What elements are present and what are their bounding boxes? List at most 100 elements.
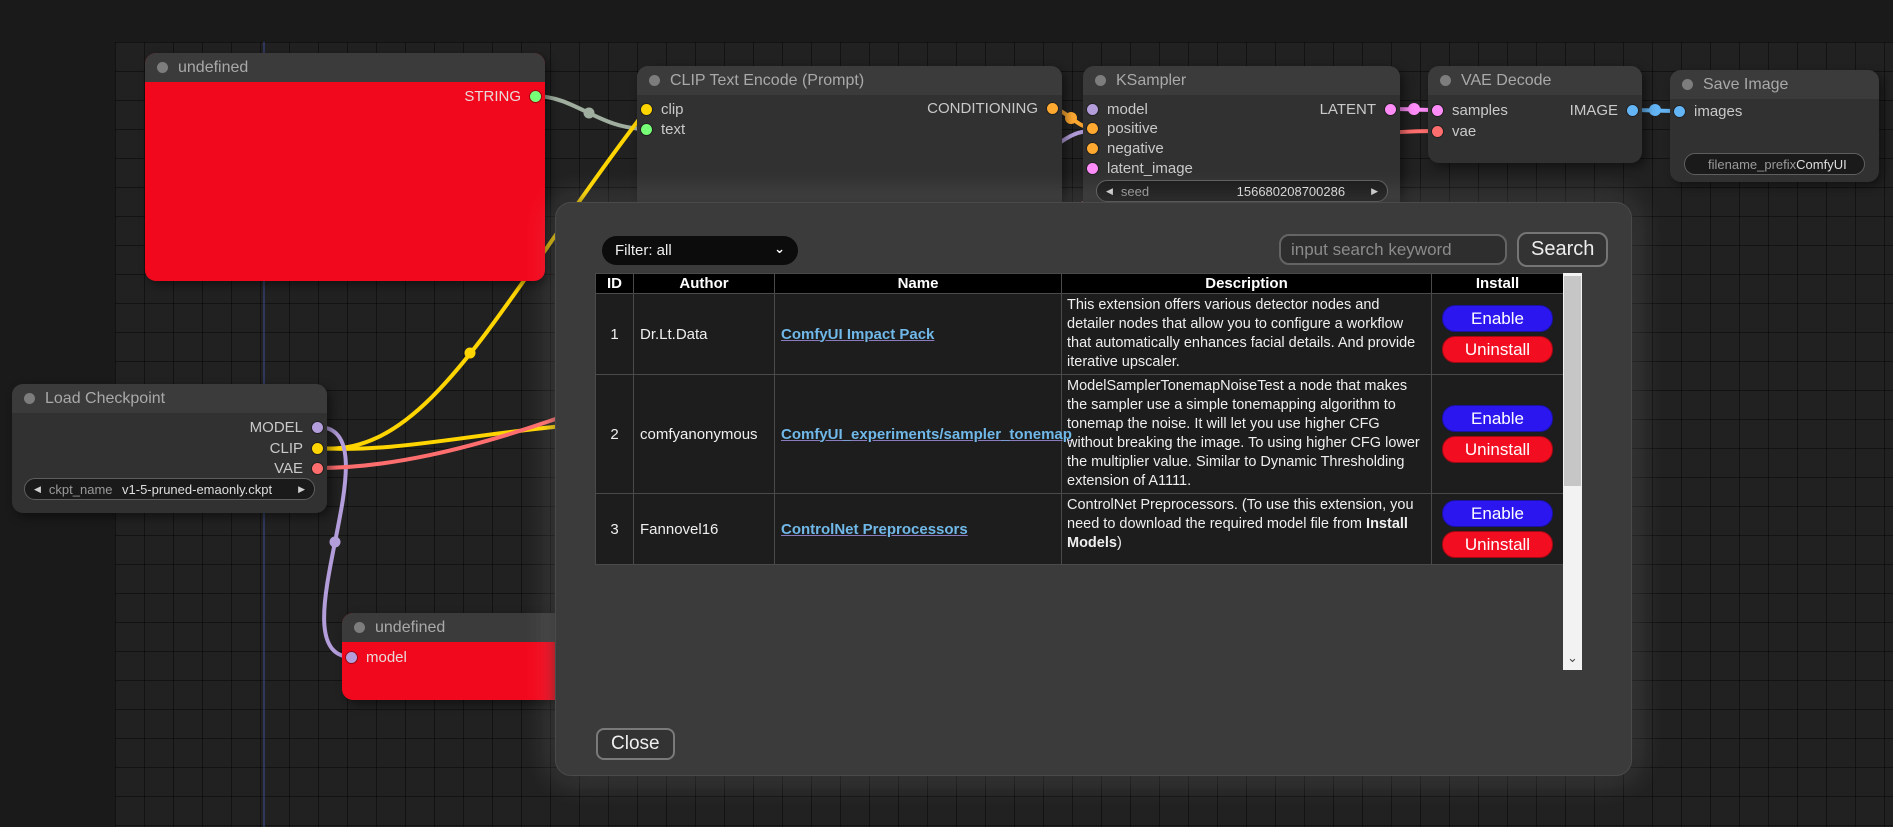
widget-name: filename_prefix	[1708, 157, 1796, 172]
output-slot-latent: LATENT	[1320, 99, 1396, 119]
output-dot-vae[interactable]	[312, 463, 323, 474]
column-header: Author	[634, 274, 775, 294]
filter-dropdown[interactable]: Filter: all ⌄	[602, 236, 798, 265]
slot-label: MODEL	[250, 419, 303, 436]
node-title-bar[interactable]: CLIP Text Encode (Prompt)	[637, 66, 1062, 95]
output-slot-clip: CLIP	[270, 438, 323, 458]
slot-label: LATENT	[1320, 101, 1376, 118]
enable-button[interactable]: Enable	[1442, 500, 1553, 527]
scrollbar-down-arrow-icon[interactable]: ⌄	[1563, 651, 1582, 664]
output-slot-model: MODEL	[250, 417, 323, 437]
output-dot-conditioning[interactable]	[1047, 103, 1058, 114]
close-button[interactable]: Close	[596, 728, 675, 760]
extension-row: 2comfyanonymousComfyUI_experiments/sampl…	[596, 375, 1564, 494]
ckpt-name-widget[interactable]: ◀ ckpt_name v1-5-pruned-emaonly.ckpt ▶	[24, 478, 315, 500]
input-dot-clip[interactable]	[641, 104, 652, 115]
extension-manager-dialog: Filter: all ⌄ Search IDAuthorNameDescrip…	[555, 202, 1632, 776]
input-slot-model: model	[1087, 99, 1148, 119]
collapse-dot-icon[interactable]	[1440, 75, 1451, 86]
slot-label: model	[1107, 101, 1148, 118]
node-title-bar[interactable]: VAE Decode	[1428, 66, 1642, 95]
enable-button[interactable]: Enable	[1442, 405, 1553, 432]
extension-install-cell: Enable Uninstall	[1432, 494, 1564, 565]
search-input[interactable]	[1279, 234, 1507, 265]
node-load-checkpoint[interactable]: Load Checkpoint MODEL CLIP VAE ◀ ckpt_na…	[12, 384, 327, 513]
collapse-dot-icon[interactable]	[1095, 75, 1106, 86]
column-header: Install	[1432, 274, 1564, 294]
input-dot-model[interactable]	[346, 652, 357, 663]
collapse-dot-icon[interactable]	[24, 393, 35, 404]
uninstall-button[interactable]: Uninstall	[1442, 436, 1553, 463]
search-button[interactable]: Search	[1517, 232, 1608, 267]
extension-link[interactable]: ComfyUI Impact Pack	[781, 326, 934, 343]
link-midpoint-dot	[1649, 104, 1661, 116]
comfyui-app: undefined STRING CLIP Text Encode (Promp…	[0, 0, 1893, 827]
column-header: Name	[775, 274, 1062, 294]
link-midpoint-dot	[465, 348, 476, 359]
slot-label: samples	[1452, 102, 1508, 119]
collapse-dot-icon[interactable]	[649, 75, 660, 86]
extension-link[interactable]: ComfyUI_experiments/sampler_tonemap	[781, 426, 1072, 443]
output-dot-model[interactable]	[312, 422, 323, 433]
filename-prefix-widget[interactable]: filename_prefix ComfyUI	[1684, 153, 1865, 175]
output-slot-vae: VAE	[274, 458, 323, 478]
input-dot-model[interactable]	[1087, 104, 1098, 115]
node-title-bar[interactable]: undefined	[145, 53, 545, 82]
increment-arrow-icon[interactable]: ▶	[298, 485, 305, 494]
output-dot-image[interactable]	[1627, 105, 1638, 116]
slot-label: clip	[661, 101, 684, 118]
decrement-arrow-icon[interactable]: ◀	[34, 485, 41, 494]
input-dot-positive[interactable]	[1087, 123, 1098, 134]
node-vae-decode[interactable]: VAE Decode samples vae IMAGE	[1428, 66, 1642, 163]
extension-link[interactable]: ControlNet Preprocessors	[781, 521, 968, 538]
uninstall-button[interactable]: Uninstall	[1442, 531, 1553, 558]
widget-value: v1-5-pruned-emaonly.ckpt	[122, 482, 272, 497]
slot-label: model	[366, 649, 407, 666]
description-text: This extension offers various detector n…	[1067, 297, 1415, 370]
column-header: ID	[596, 274, 634, 294]
description-text: ControlNet Preprocessors. (To use this e…	[1067, 497, 1414, 532]
input-dot-negative[interactable]	[1087, 143, 1098, 154]
enable-button[interactable]: Enable	[1442, 305, 1553, 332]
widget-name: ckpt_name	[49, 482, 113, 497]
extension-id: 1	[596, 294, 634, 375]
scrollbar-thumb[interactable]	[1564, 276, 1581, 486]
node-title-bar[interactable]: undefined	[342, 613, 576, 642]
table-scrollbar[interactable]: ⌄	[1563, 273, 1582, 670]
input-dot-samples[interactable]	[1432, 105, 1443, 116]
input-slot-positive: positive	[1087, 118, 1158, 138]
input-slot-samples: samples	[1432, 100, 1508, 120]
node-title-bar[interactable]: Save Image	[1670, 70, 1879, 99]
node-undefined-top[interactable]: undefined STRING	[145, 53, 545, 281]
node-save-image[interactable]: Save Image images filename_prefix ComfyU…	[1670, 70, 1879, 182]
seed-widget[interactable]: ◀ seed 156680208700286 ▶	[1096, 180, 1388, 202]
node-title: Save Image	[1703, 76, 1788, 94]
node-undefined-bottom[interactable]: undefined model	[342, 613, 576, 700]
collapse-dot-icon[interactable]	[157, 62, 168, 73]
input-slot-vae: vae	[1432, 121, 1476, 141]
extension-row: 1Dr.Lt.DataComfyUI Impact PackThis exten…	[596, 294, 1564, 375]
link-midpoint-dot	[1065, 112, 1077, 124]
node-title-bar[interactable]: Load Checkpoint	[12, 384, 327, 413]
output-dot-latent[interactable]	[1385, 104, 1396, 115]
extension-description: ModelSamplerTonemapNoiseTest a node that…	[1062, 375, 1432, 494]
input-dot-text[interactable]	[641, 124, 652, 135]
extensions-table-body: 1Dr.Lt.DataComfyUI Impact PackThis exten…	[596, 294, 1564, 565]
collapse-dot-icon[interactable]	[1682, 79, 1693, 90]
slot-label: vae	[1452, 123, 1476, 140]
input-slot-latent-image: latent_image	[1087, 158, 1193, 178]
extension-row: 3Fannovel16ControlNet PreprocessorsContr…	[596, 494, 1564, 565]
widget-value: ComfyUI	[1796, 157, 1847, 172]
widget-name: seed	[1121, 184, 1149, 199]
collapse-dot-icon[interactable]	[354, 622, 365, 633]
output-dot-string[interactable]	[530, 91, 541, 102]
increment-arrow-icon[interactable]: ▶	[1371, 187, 1378, 196]
input-dot-vae[interactable]	[1432, 126, 1443, 137]
node-title-bar[interactable]: KSampler	[1083, 66, 1400, 95]
extension-description: ControlNet Preprocessors. (To use this e…	[1062, 494, 1432, 565]
output-dot-clip[interactable]	[312, 443, 323, 454]
uninstall-button[interactable]: Uninstall	[1442, 336, 1553, 363]
input-dot-latent-image[interactable]	[1087, 163, 1098, 174]
decrement-arrow-icon[interactable]: ◀	[1106, 187, 1113, 196]
input-dot-images[interactable]	[1674, 106, 1685, 117]
